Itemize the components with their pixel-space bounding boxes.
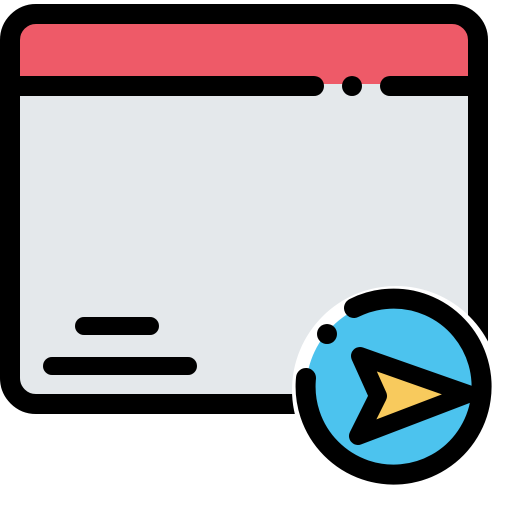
title-bar	[10, 14, 478, 84]
title-divider-dot	[342, 76, 362, 96]
browser-window-send-icon	[0, 4, 500, 494]
icon-canvas	[0, 0, 512, 512]
send-badge-dot	[317, 324, 337, 344]
